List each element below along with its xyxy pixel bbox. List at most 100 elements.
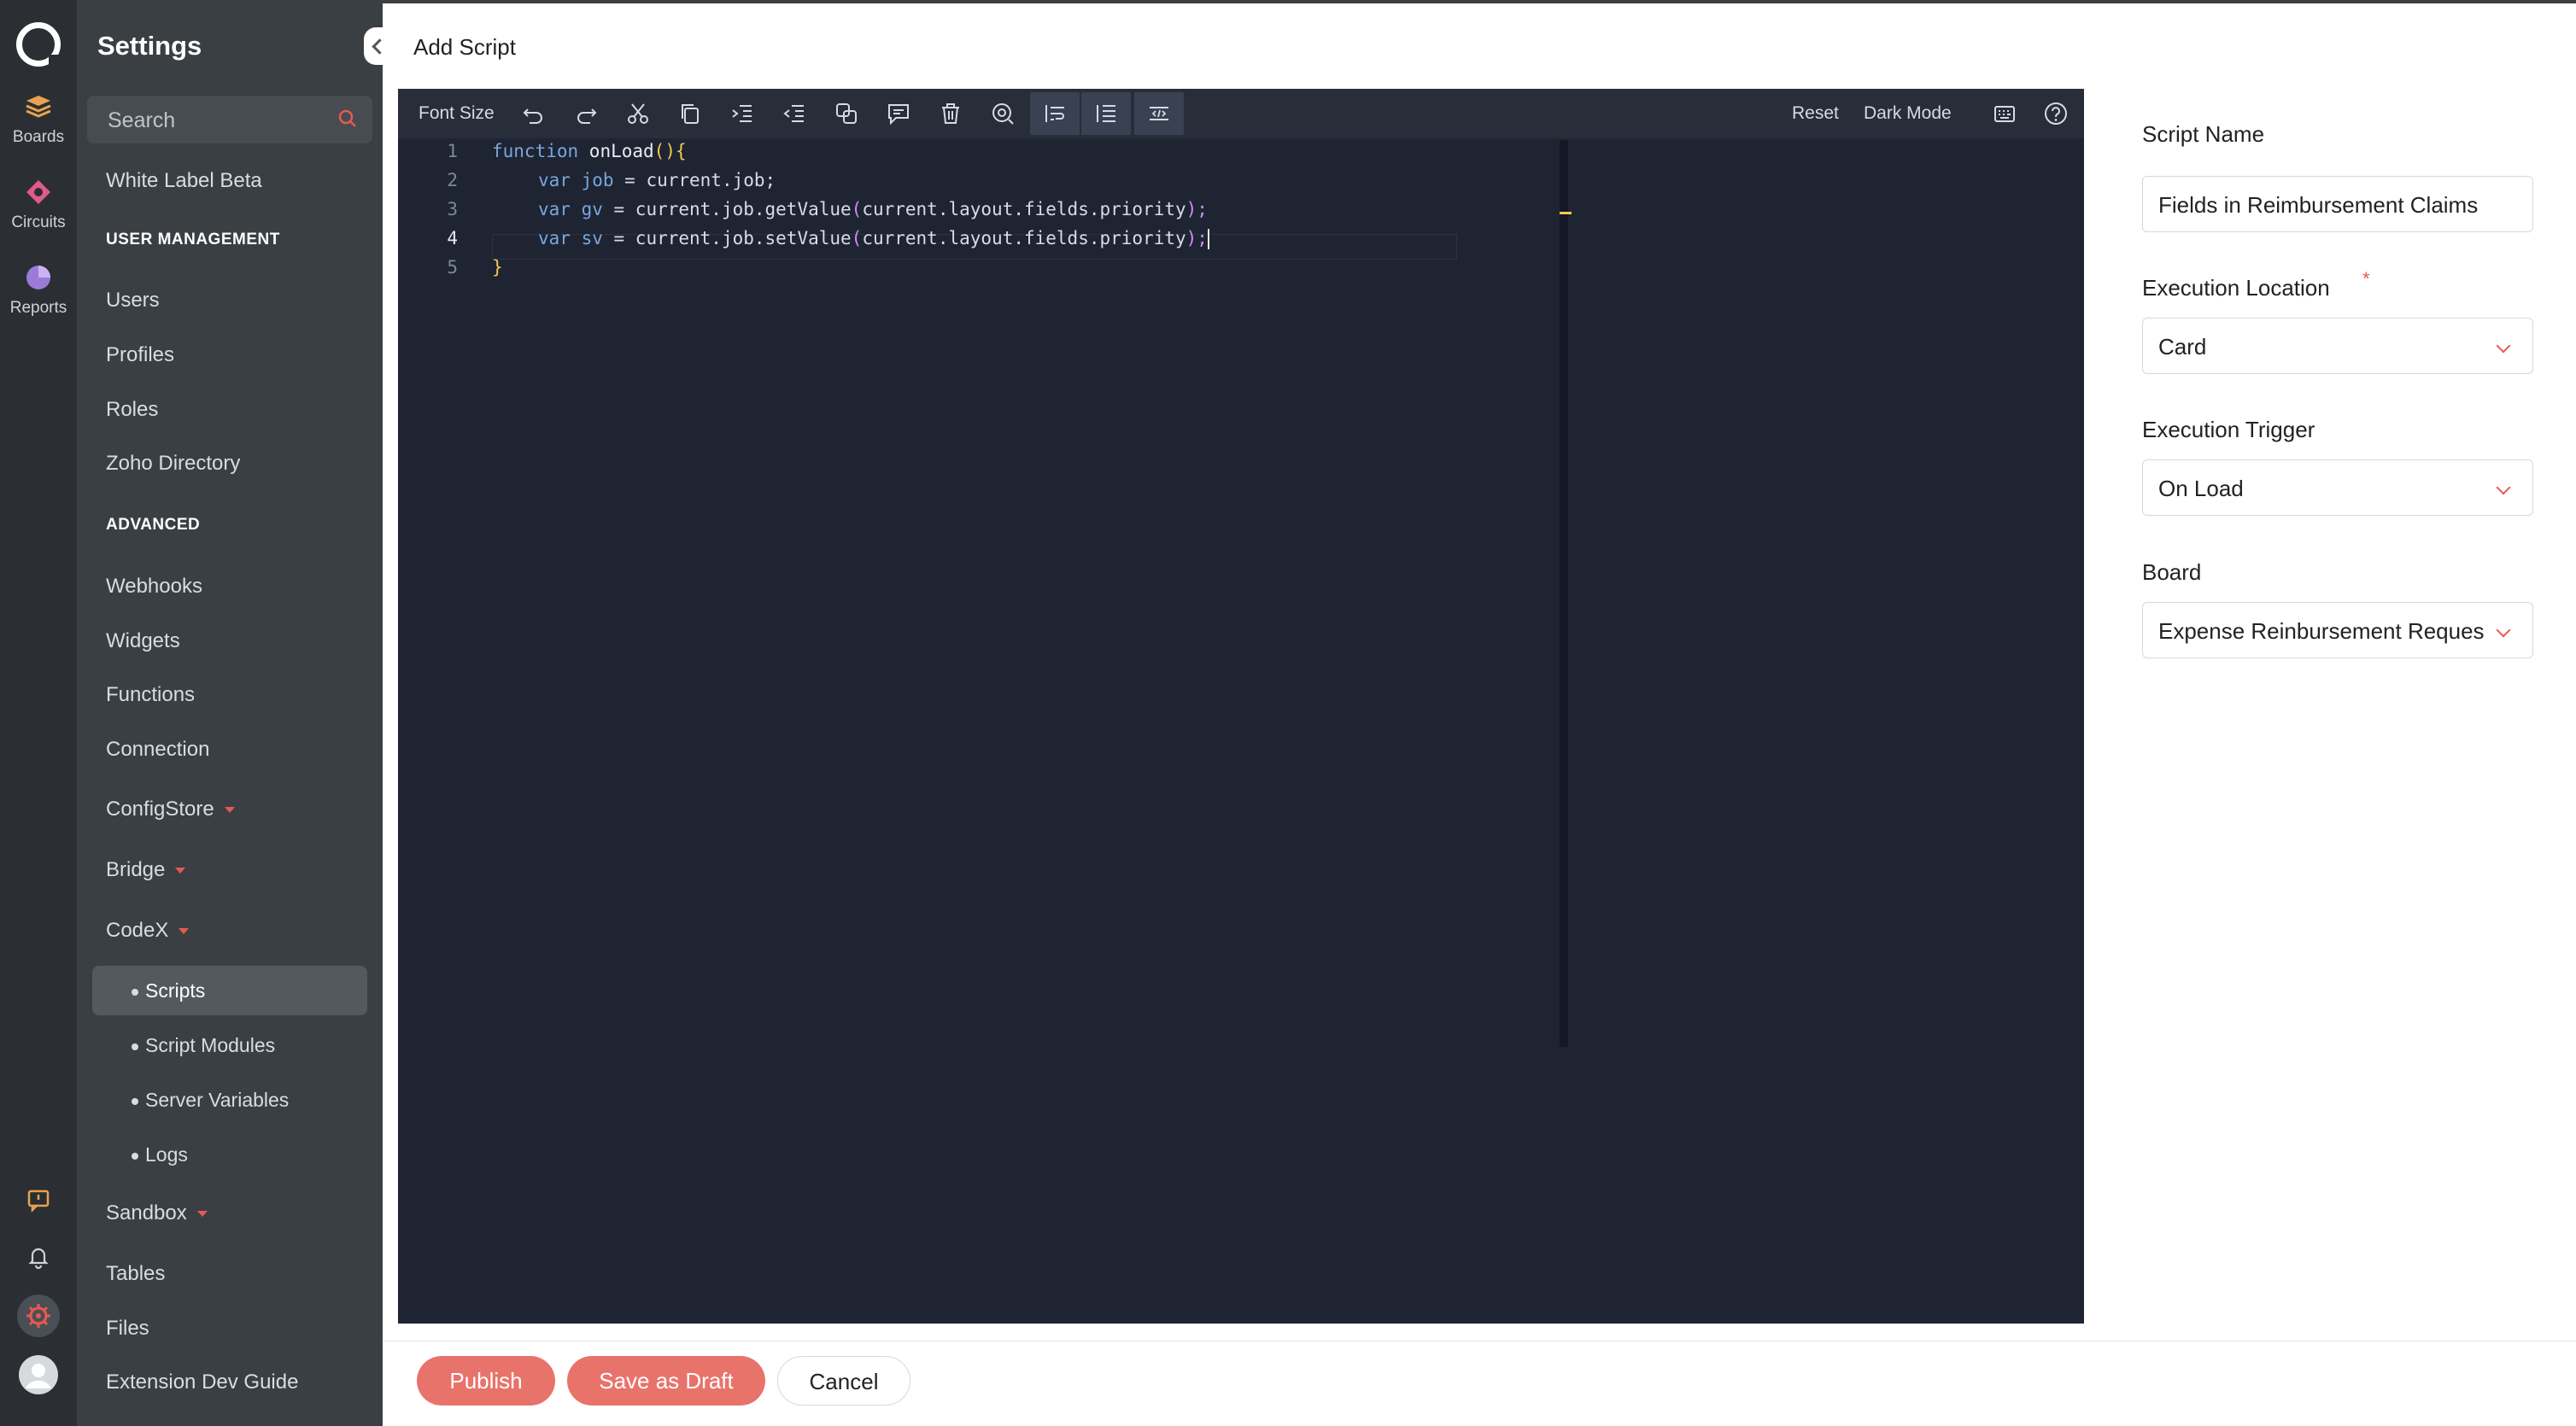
bullet (132, 1043, 138, 1050)
font-size-button[interactable]: Font Size (419, 103, 495, 124)
code-format-toggle-button[interactable] (1134, 92, 1184, 135)
sidebar-item-extension-dev-guide[interactable]: Extension Dev Guide (106, 1370, 298, 1394)
rail-label: Circuits (11, 213, 66, 231)
comment-icon[interactable] (886, 101, 911, 126)
save-draft-button[interactable]: Save as Draft (567, 1356, 765, 1406)
search-replace-icon[interactable] (990, 101, 1016, 126)
keyword: var (538, 170, 571, 190)
sidebar-title: Settings (97, 31, 202, 61)
paren: ( (851, 228, 863, 248)
dark-mode-button[interactable]: Dark Mode (1864, 103, 1952, 124)
avatar[interactable] (0, 1354, 77, 1400)
keyboard-shortcuts-icon[interactable] (1992, 101, 2017, 126)
rail-circuits[interactable]: Circuits (0, 178, 77, 232)
board-label: Board (2142, 559, 2202, 585)
sidebar-collapse-button[interactable] (364, 27, 388, 65)
indent-icon[interactable] (729, 101, 755, 126)
bullet (132, 1097, 138, 1105)
caret-down-icon (175, 868, 186, 874)
sidebar-item-users[interactable]: Users (106, 289, 160, 313)
notification-icon-wrap[interactable] (0, 1244, 77, 1274)
outdent-icon[interactable] (782, 101, 807, 126)
rail-label: Boards (12, 128, 65, 146)
search-icon[interactable] (338, 109, 357, 128)
sidebar-item-label: Logs (145, 1143, 188, 1166)
top-strip (383, 0, 2576, 3)
bullet (132, 988, 138, 996)
caret-down-icon (179, 928, 190, 935)
app-logo-icon[interactable] (16, 22, 61, 67)
sidebar-item-webhooks[interactable]: Webhooks (106, 575, 202, 599)
line-numbers-icon (1097, 105, 1115, 122)
execution-location-value: Card (2158, 334, 2207, 359)
execution-trigger-value: On Load (2158, 476, 2244, 501)
undo-icon[interactable] (521, 101, 547, 126)
sidebar-item-codex[interactable]: CodeX (106, 919, 190, 943)
sidebar-item-tables[interactable]: Tables (106, 1262, 165, 1286)
variable: sv (570, 228, 603, 248)
line-numbers-toggle-button[interactable] (1081, 92, 1131, 135)
board-select[interactable]: Expense Reinbursement Reques (2142, 602, 2533, 658)
settings-sidebar: Settings Search White Label Beta USER MA… (77, 0, 383, 1426)
cut-icon[interactable] (625, 101, 651, 126)
redo-icon[interactable] (573, 101, 599, 126)
sidebar-subitem-script-modules[interactable]: Script Modules (132, 1034, 275, 1057)
sidebar-item-label: Sandbox (106, 1201, 187, 1224)
settings-icon-wrap[interactable] (0, 1294, 77, 1342)
execution-location-label: Execution Location (2142, 275, 2330, 301)
duplicate-icon[interactable] (834, 101, 859, 126)
script-name-value: Fields in Reimbursement Claims (2158, 192, 2479, 218)
sidebar-item-label: Server Variables (145, 1089, 290, 1111)
sidebar-item-files[interactable]: Files (106, 1317, 149, 1341)
cancel-button[interactable]: Cancel (777, 1356, 910, 1406)
help-icon[interactable] (2043, 101, 2069, 126)
sidebar-item-functions[interactable]: Functions (106, 683, 195, 707)
rail-boards[interactable]: Boards (0, 92, 77, 147)
code-line[interactable]: function onLoad(){ (492, 141, 687, 161)
delete-icon[interactable] (938, 101, 963, 126)
execution-location-select[interactable]: Card (2142, 318, 2533, 374)
caret-down-icon (196, 1211, 208, 1218)
sidebar-item-connection[interactable]: Connection (106, 738, 209, 762)
sidebar-item-roles[interactable]: Roles (106, 398, 158, 422)
publish-button[interactable]: Publish (417, 1356, 555, 1406)
code-icon (1150, 107, 1168, 120)
sidebar-item-sandbox[interactable]: Sandbox (106, 1201, 208, 1225)
feedback-icon-wrap[interactable] (0, 1187, 77, 1217)
paren: ); (1186, 199, 1208, 219)
line-number: 2 (447, 170, 458, 190)
editor-scrollbar[interactable] (1560, 140, 1568, 1047)
code-line[interactable]: var sv = current.job.setValue(current.la… (538, 228, 1209, 249)
caret-down-icon (224, 807, 235, 814)
sidebar-item-label: ConfigStore (106, 798, 214, 821)
code-line[interactable]: var gv = current.job.getValue(current.la… (538, 199, 1208, 219)
execution-trigger-select[interactable]: On Load (2142, 459, 2533, 516)
line-number: 3 (447, 199, 458, 219)
sidebar-item-configstore[interactable]: ConfigStore (106, 798, 235, 821)
wrap-toggle-button[interactable] (1030, 92, 1080, 135)
copy-icon[interactable] (677, 101, 703, 126)
sidebar-item-profiles[interactable]: Profiles (106, 343, 174, 367)
sidebar-subitem-logs[interactable]: Logs (132, 1143, 188, 1166)
code-editor[interactable]: Font Size Reset Dark Mode 1 2 3 4 5 func… (398, 89, 2084, 1324)
sidebar-item-zoho-directory[interactable]: Zoho Directory (106, 452, 240, 476)
sidebar-item-bridge[interactable]: Bridge (106, 858, 186, 882)
feedback-icon (27, 1189, 50, 1213)
code-text: = current.job; (613, 170, 776, 190)
keyword: var (538, 228, 571, 248)
variable: gv (570, 199, 603, 219)
sidebar-subitem-scripts[interactable]: Scripts (132, 979, 205, 1002)
code-line[interactable]: var job = current.job; (538, 170, 776, 190)
brackets: (){ (653, 141, 687, 161)
sidebar-item-widgets[interactable]: Widgets (106, 629, 180, 653)
rail-label: Reports (9, 299, 67, 317)
sidebar-search-input[interactable]: Search (87, 96, 372, 143)
reset-button[interactable]: Reset (1792, 103, 1839, 124)
rail-reports[interactable]: Reports (0, 263, 77, 318)
boards-icon (26, 96, 51, 118)
sidebar-item-label: Script Modules (145, 1034, 276, 1056)
code-line[interactable]: } (492, 257, 503, 278)
script-name-input[interactable]: Fields in Reimbursement Claims (2142, 176, 2533, 232)
sidebar-item-white-label[interactable]: White Label Beta (106, 169, 262, 193)
sidebar-subitem-server-variables[interactable]: Server Variables (132, 1089, 289, 1112)
